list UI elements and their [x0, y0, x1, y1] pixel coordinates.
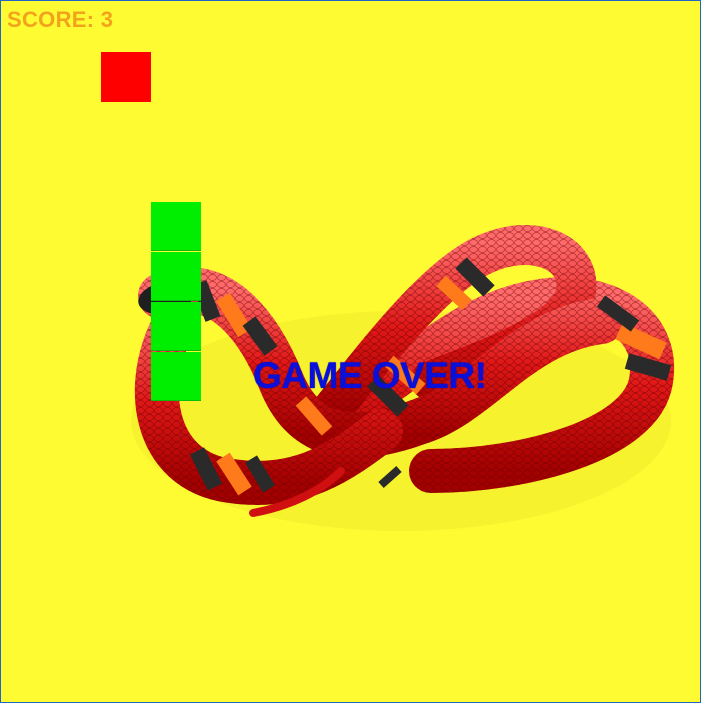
game-board[interactable]: SCORE: 3 GAME OVER!	[0, 0, 701, 703]
game-over-message: GAME OVER!	[253, 355, 487, 396]
snake-segment	[151, 202, 201, 251]
coral-snake-illustration	[131, 225, 675, 531]
score-label: SCORE: 3	[7, 7, 114, 32]
snake-segment	[151, 302, 201, 351]
snake-segment	[151, 252, 201, 301]
food-block	[101, 52, 151, 102]
snake-head	[151, 352, 201, 401]
